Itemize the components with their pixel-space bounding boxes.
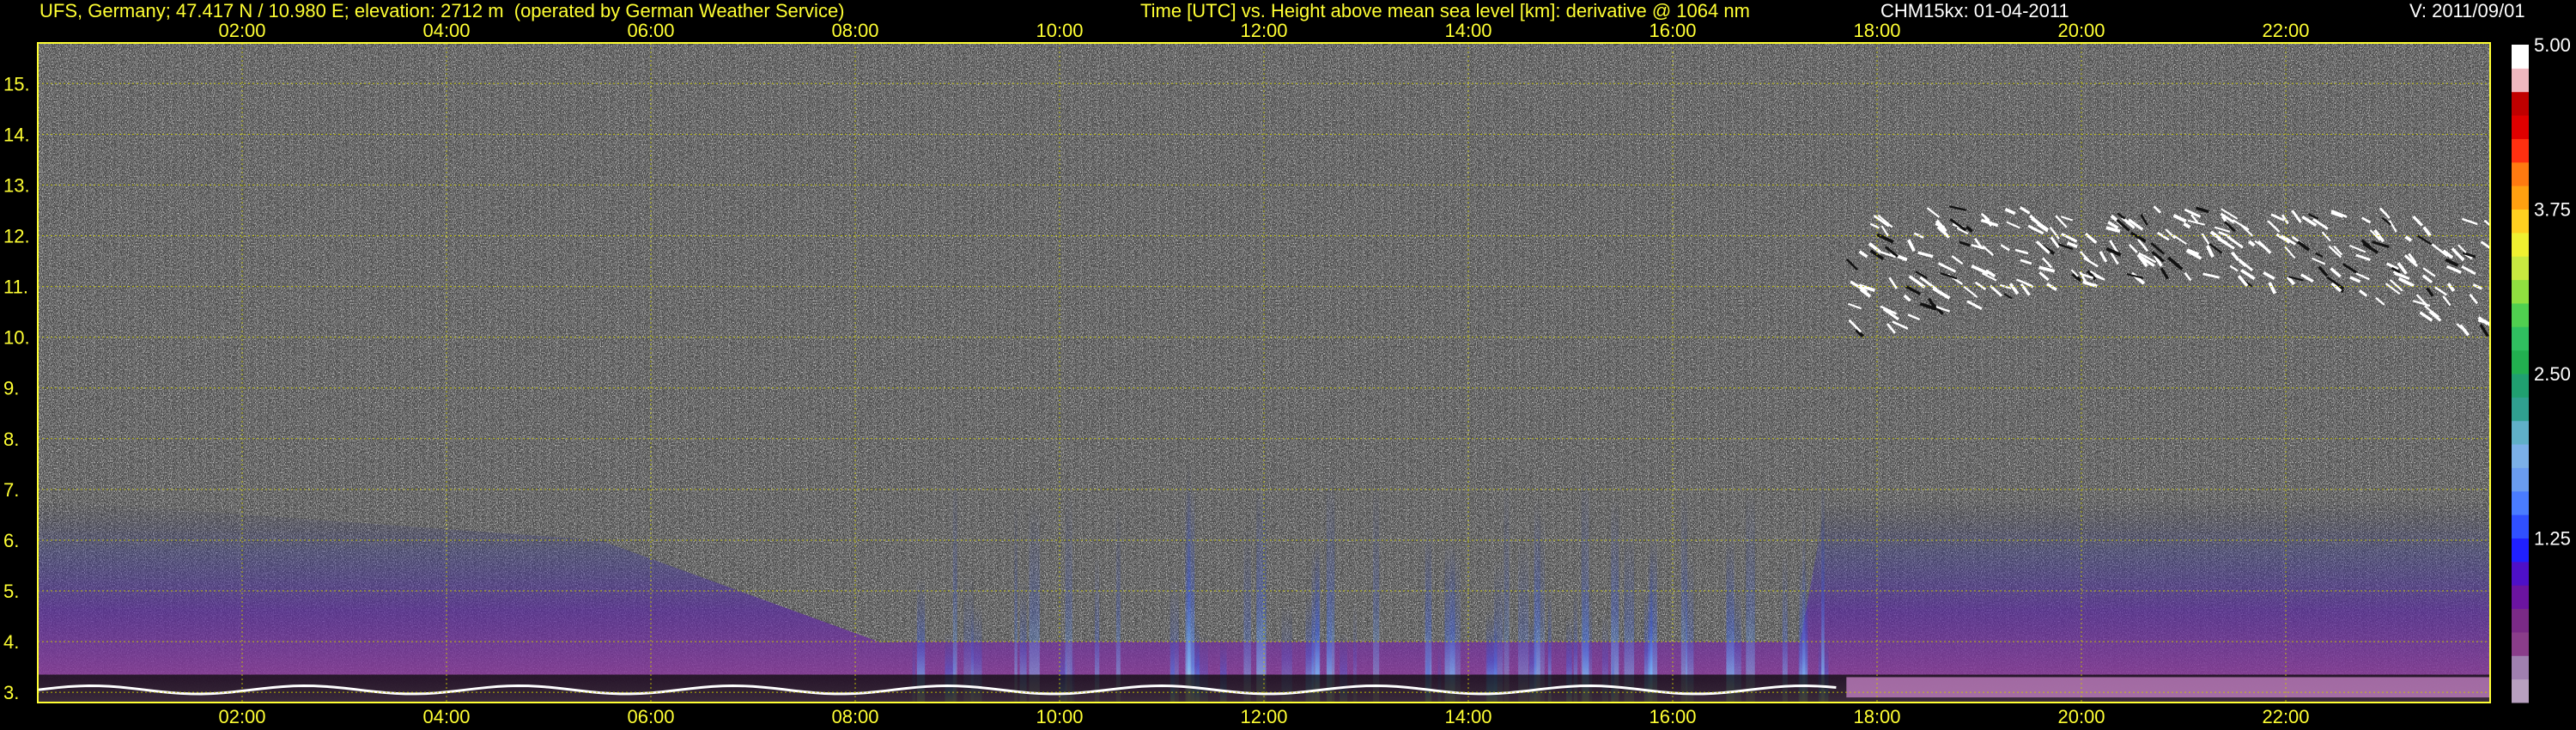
x-tick-label-bottom: 12:00 (1240, 706, 1287, 727)
colorbar-segment (2512, 326, 2529, 351)
y-tick-label: 15. (3, 73, 30, 94)
colorbar-segment (2512, 91, 2529, 116)
colorbar-segment (2512, 420, 2529, 445)
colorbar-segment (2512, 585, 2529, 610)
y-tick-label: 11. (3, 277, 28, 298)
x-tick-label-top: 02:00 (218, 20, 265, 41)
colorbar-label: 1.25 (2534, 528, 2571, 550)
colorbar-label: 3.75 (2534, 199, 2571, 221)
colorbar-segment (2512, 186, 2529, 210)
y-tick-label: 4. (3, 631, 19, 653)
convective-column (1256, 483, 1267, 703)
colorbar-segment (2512, 655, 2529, 680)
colorbar-segment (2512, 608, 2529, 633)
colorbar-segment (2512, 538, 2529, 563)
colorbar-segment (2512, 279, 2529, 304)
y-tick-label: 3. (3, 682, 19, 703)
colorbar-segment (2512, 138, 2529, 163)
y-tick-label: 8. (3, 429, 19, 450)
x-tick-label-bottom: 22:00 (2262, 706, 2309, 727)
x-tick-label-bottom: 14:00 (1444, 706, 1492, 727)
colorbar-segment (2512, 490, 2529, 515)
x-tick-label-bottom: 06:00 (627, 706, 674, 727)
colorbar-segment (2512, 397, 2529, 422)
colorbar-segment (2512, 350, 2529, 374)
y-tick-label: 13. (3, 174, 30, 196)
colorbar-segment (2512, 374, 2529, 398)
convective-column (1115, 505, 1121, 703)
x-tick-label-bottom: 20:00 (2057, 706, 2105, 727)
colorbar-segment (2512, 161, 2529, 186)
x-tick-label-top: 12:00 (1240, 20, 1287, 41)
x-tick-label-top: 14:00 (1444, 20, 1492, 41)
evening-low-layer (1846, 677, 2490, 698)
convective-column (1504, 477, 1510, 703)
convective-column (952, 466, 957, 703)
x-tick-label-top: 22:00 (2262, 20, 2309, 41)
y-tick-label: 7. (3, 479, 19, 501)
x-tick-label-top: 04:00 (422, 20, 470, 41)
x-tick-label-top: 08:00 (831, 20, 878, 41)
y-tick-label: 10. (3, 327, 30, 349)
colorbar-label: 2.50 (2534, 363, 2571, 385)
y-tick-label: 9. (3, 378, 19, 399)
x-tick-label-top: 20:00 (2057, 20, 2105, 41)
y-tick-label: 14. (3, 124, 30, 145)
colorbar-segment (2512, 209, 2529, 234)
convective-column (1029, 501, 1040, 703)
convective-column (1373, 481, 1380, 703)
x-tick-label-top: 06:00 (627, 20, 674, 41)
colorbar-segment (2512, 45, 2529, 69)
colorbar-segment (2512, 514, 2529, 538)
y-tick-label: 5. (3, 581, 19, 602)
x-tick-label-bottom: 04:00 (422, 706, 470, 727)
colorbar: 5.00 3.75 2.50 1.25 (2512, 34, 2571, 703)
colorbar-segment (2512, 232, 2529, 257)
lidar-chart: 02:00 02:00 04:00 04:00 06:00 06:00 08:00 08:00… (3, 20, 2571, 727)
x-tick-label-top: 18:00 (1853, 20, 1900, 41)
convective-column (1802, 508, 1806, 703)
colorbar-segment (2512, 302, 2529, 327)
x-tick-label-bottom: 02:00 (218, 706, 265, 727)
y-tick-label: 12. (3, 225, 30, 246)
colorbar-segment (2512, 631, 2529, 656)
plot-area (38, 43, 2490, 703)
colorbar-segment (2512, 444, 2529, 468)
x-tick-label-bottom: 08:00 (831, 706, 878, 727)
colorbar-segment (2512, 678, 2529, 703)
convective-column (1187, 462, 1191, 703)
convective-column (1014, 501, 1018, 703)
x-tick-label-bottom: 16:00 (1649, 706, 1696, 727)
x-tick-label-bottom: 10:00 (1036, 706, 1083, 727)
colorbar-segment (2512, 256, 2529, 281)
x-tick-label-top: 16:00 (1649, 20, 1696, 41)
convective-column (1746, 490, 1755, 703)
y-tick-label: 6. (3, 530, 19, 551)
convective-column (1821, 466, 1825, 703)
x-tick-label-top: 10:00 (1036, 20, 1083, 41)
colorbar-segment (2512, 561, 2529, 586)
colorbar-segment (2512, 467, 2529, 492)
colorbar-segment (2512, 68, 2529, 93)
colorbar-segment (2512, 115, 2529, 139)
x-tick-label-bottom: 18:00 (1853, 706, 1900, 727)
colorbar-label: 5.00 (2534, 34, 2571, 56)
